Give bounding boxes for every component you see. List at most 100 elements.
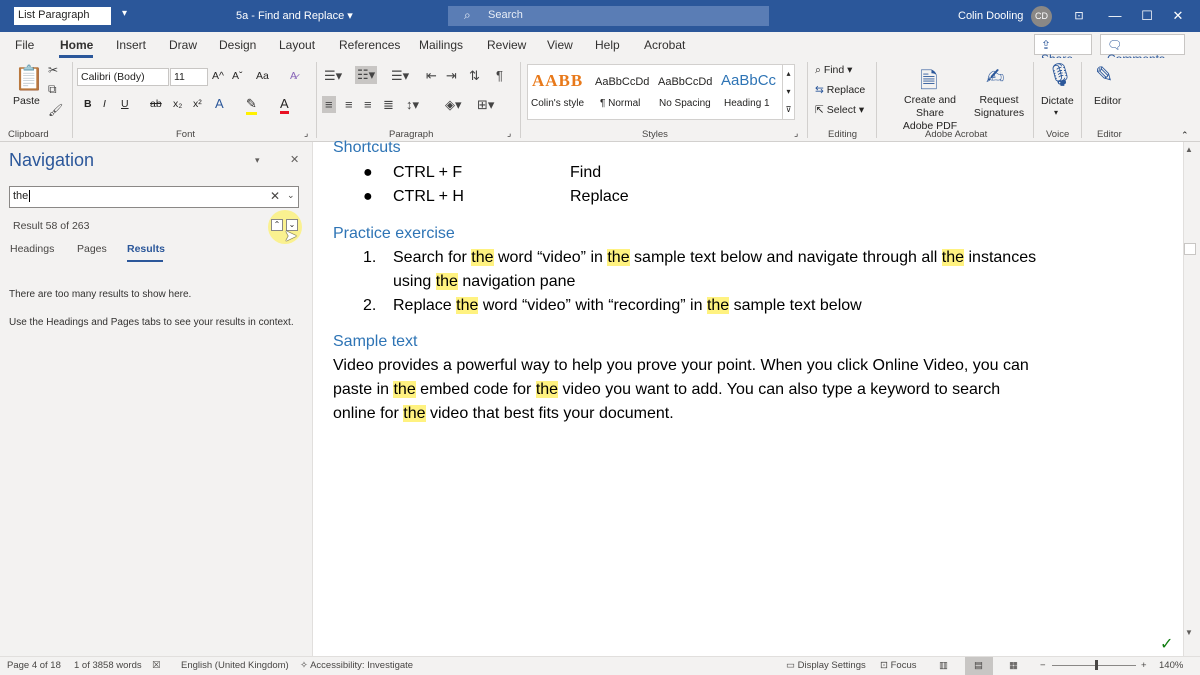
tab-headings[interactable]: Headings <box>10 243 54 255</box>
copy-icon[interactable]: ⧉ <box>48 82 57 97</box>
focus-button[interactable]: ⊡ Focus <box>880 660 916 671</box>
tab-references[interactable]: References <box>339 38 400 52</box>
page-count[interactable]: Page 4 of 18 <box>7 660 61 671</box>
user-name[interactable]: Colin Dooling <box>958 10 1023 22</box>
cut-icon[interactable]: ✂ <box>48 63 58 77</box>
zoom-out-button[interactable]: − <box>1040 660 1046 671</box>
language-status[interactable]: English (United Kingdom) <box>181 660 289 671</box>
vertical-scrollbar[interactable] <box>1183 142 1200 656</box>
microphone-icon[interactable]: 🎙 <box>1046 62 1074 88</box>
bullets-icon[interactable]: ☰▾ <box>324 68 342 84</box>
ribbon-display-icon[interactable]: ⊡ <box>1067 6 1091 26</box>
tab-file[interactable]: File <box>15 38 34 52</box>
tab-insert[interactable]: Insert <box>116 38 146 52</box>
italic-button[interactable]: I <box>103 98 106 110</box>
font-name-box[interactable]: Calibri (Body) <box>77 68 169 86</box>
justify-icon[interactable]: ≣ <box>383 97 394 113</box>
previous-result-button[interactable]: ⌃ <box>271 219 283 231</box>
align-center-icon[interactable]: ≡ <box>345 97 353 112</box>
word-count[interactable]: 1 of 3858 words <box>74 660 142 671</box>
shrink-font-button[interactable]: Aˇ <box>232 70 243 82</box>
tab-mailings[interactable]: Mailings <box>419 38 463 52</box>
tab-help[interactable]: Help <box>595 38 620 52</box>
share-button[interactable]: ⇪ Share <box>1034 34 1092 66</box>
dictate-dropdown-icon[interactable]: ▾ <box>1054 108 1058 117</box>
zoom-level[interactable]: 140% <box>1159 660 1183 671</box>
font-dialog-icon[interactable]: ⌟ <box>304 128 308 139</box>
display-settings-button[interactable]: ▭ Display Settings <box>786 660 866 671</box>
underline-button[interactable]: U <box>121 98 129 110</box>
superscript-button[interactable]: x² <box>193 98 202 110</box>
paste-icon[interactable]: 📋 <box>14 64 44 93</box>
scroll-up-icon[interactable]: ▲ <box>1185 145 1193 154</box>
clear-formatting-icon[interactable]: A̷ <box>290 70 297 82</box>
show-formatting-icon[interactable]: ¶ <box>496 68 503 83</box>
sort-icon[interactable]: ⇅ <box>469 68 480 84</box>
create-share-pdf-button[interactable]: Create and Share Adobe PDF <box>889 94 971 133</box>
paste-label[interactable]: Paste <box>13 95 40 107</box>
request-signatures-button[interactable]: Request Signatures <box>970 94 1028 120</box>
find-button[interactable]: ⌕ Find ▾ <box>815 64 852 77</box>
format-painter-icon[interactable]: 🖌 <box>48 103 63 117</box>
editor-icon[interactable]: ✎ <box>1095 62 1113 88</box>
tab-acrobat[interactable]: Acrobat <box>644 38 685 52</box>
scrollbar-thumb[interactable] <box>1184 243 1196 255</box>
tab-view[interactable]: View <box>547 38 573 52</box>
close-button[interactable]: ✕ <box>1166 6 1190 26</box>
clear-search-icon[interactable]: ✕ <box>270 189 280 203</box>
text-effects-icon[interactable]: A <box>215 96 224 111</box>
paragraph-dialog-icon[interactable]: ⌟ <box>507 128 511 139</box>
select-button[interactable]: ⇱ Select ▾ <box>815 104 864 116</box>
zoom-slider-thumb[interactable] <box>1095 660 1098 670</box>
tab-design[interactable]: Design <box>219 38 256 52</box>
style-name-heading1[interactable]: Heading 1 <box>724 98 770 109</box>
align-right-icon[interactable]: ≡ <box>364 97 372 112</box>
avatar[interactable]: CD <box>1031 6 1052 27</box>
align-left-icon[interactable]: ≡ <box>322 96 336 113</box>
replace-button[interactable]: ⇆ Replace <box>815 84 865 96</box>
tab-home[interactable]: Home <box>60 38 93 52</box>
scroll-down-icon[interactable]: ▼ <box>1185 628 1193 637</box>
close-pane-icon[interactable]: ✕ <box>290 153 299 166</box>
customize-qat-icon[interactable]: ▾ <box>122 8 127 19</box>
navigation-search-input[interactable]: the <box>9 186 299 208</box>
font-size-box[interactable]: 11 <box>170 68 208 86</box>
style-preview-colins[interactable]: AABB <box>532 71 583 91</box>
bold-button[interactable]: B <box>84 98 92 110</box>
comments-button[interactable]: 🗨 Comments <box>1100 34 1185 66</box>
font-color-icon[interactable]: A <box>280 96 289 114</box>
web-layout-icon[interactable]: ▦ <box>1009 660 1018 671</box>
zoom-in-button[interactable]: + <box>1141 660 1147 671</box>
tab-draw[interactable]: Draw <box>169 38 197 52</box>
pane-options-icon[interactable]: ▾ <box>255 155 260 166</box>
style-preview-normal[interactable]: AaBbCcDd <box>595 76 649 88</box>
highlight-icon[interactable]: ✎ <box>246 96 257 115</box>
request-signatures-icon[interactable]: ✍ <box>986 64 1004 90</box>
document-title[interactable]: 5a - Find and Replace ▾ <box>236 9 353 22</box>
read-mode-icon[interactable]: ▥ <box>939 660 948 671</box>
quick-style-box[interactable]: List Paragraph <box>14 7 111 25</box>
shading-icon[interactable]: ◈▾ <box>445 97 462 113</box>
change-case-button[interactable]: Aa <box>256 70 269 82</box>
minimize-button[interactable]: — <box>1103 6 1127 26</box>
print-layout-icon[interactable]: ▤ <box>974 660 983 671</box>
style-name-nospacing[interactable]: No Spacing <box>659 98 711 109</box>
editor-button[interactable]: Editor <box>1094 95 1121 107</box>
tab-pages[interactable]: Pages <box>77 243 107 255</box>
tab-review[interactable]: Review <box>487 38 526 52</box>
style-preview-nospacing[interactable]: AaBbCcDd <box>658 76 712 88</box>
increase-indent-icon[interactable]: ⇥ <box>446 68 457 84</box>
multilevel-list-icon[interactable]: ☰▾ <box>391 68 409 84</box>
borders-icon[interactable]: ⊞▾ <box>477 97 494 113</box>
styles-scroll-icon[interactable]: ▴ ▾ ⊽ <box>782 64 795 120</box>
collapse-ribbon-icon[interactable]: ⌃ <box>1181 130 1189 141</box>
zoom-slider[interactable] <box>1052 665 1136 666</box>
styles-dialog-icon[interactable]: ⌟ <box>794 128 798 139</box>
numbering-icon[interactable]: ☷▾ <box>355 66 378 84</box>
accessibility-status[interactable]: ✧ Accessibility: Investigate <box>300 660 413 671</box>
style-name-colins[interactable]: Colin's style <box>531 98 584 109</box>
grow-font-button[interactable]: A^ <box>212 70 224 82</box>
tab-layout[interactable]: Layout <box>279 38 315 52</box>
line-spacing-icon[interactable]: ↕▾ <box>406 97 419 113</box>
proofing-icon[interactable]: ☒ <box>152 660 161 671</box>
